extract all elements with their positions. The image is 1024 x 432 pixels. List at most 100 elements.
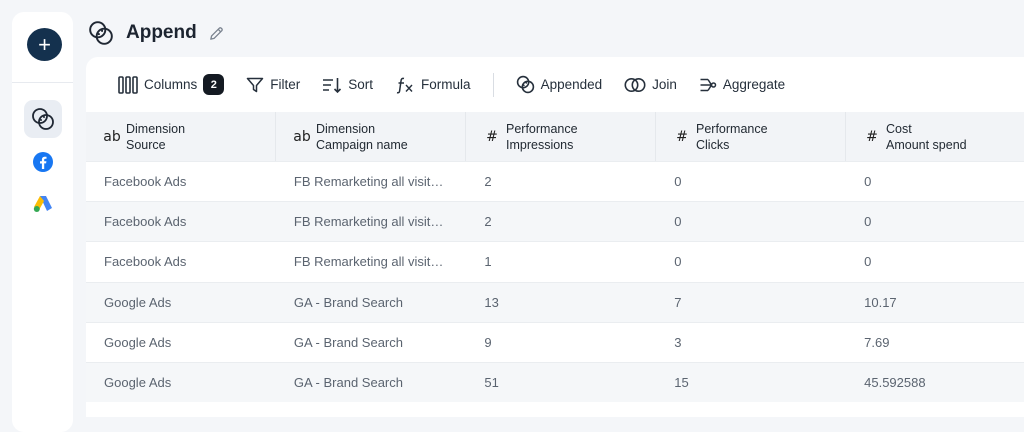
number-type-icon: #	[486, 128, 498, 145]
rail-divider	[12, 82, 73, 83]
join-label: Join	[652, 77, 677, 92]
number-type-icon: #	[866, 128, 878, 145]
text-type-icon: ab	[293, 128, 311, 145]
appended-label: Appended	[540, 77, 603, 92]
cell-clicks: 7	[674, 294, 682, 310]
formula-icon	[395, 76, 415, 94]
sort-button[interactable]: Sort	[322, 76, 373, 94]
column-group: Performance	[696, 121, 768, 136]
cell-source: Google Ads	[104, 294, 172, 310]
sidebar-item-facebook[interactable]	[24, 143, 62, 181]
sort-icon	[322, 76, 342, 94]
column-name: Clicks	[696, 137, 730, 152]
pencil-icon[interactable]	[208, 25, 225, 42]
cell-clicks: 3	[674, 334, 682, 350]
aggregate-icon	[699, 76, 717, 94]
table-row[interactable]: Facebook Ads FB Remarketing all visitors…	[86, 241, 1024, 282]
column-header-impressions[interactable]: # Performance Impressions	[466, 112, 656, 161]
filter-label: Filter	[270, 77, 301, 92]
add-button[interactable]: +	[27, 28, 62, 61]
table-row[interactable]: Google Ads GA - Brand Search 13 7 10.17	[86, 281, 1024, 322]
cell-campaign-name: FB Remarketing all visitors	[276, 162, 467, 201]
cell-text: FB Remarketing all visitors	[293, 214, 449, 230]
table-row[interactable]: Facebook Ads FB Remarketing all visitors…	[86, 201, 1024, 242]
append-chain-icon	[516, 75, 535, 94]
join-icon	[624, 77, 646, 93]
join-button[interactable]: Join	[624, 77, 677, 93]
cell-impressions: 1	[484, 254, 492, 270]
sidebar-item-google-ads[interactable]	[24, 185, 62, 223]
cell-impressions: 2	[484, 214, 492, 230]
column-group: Dimension	[126, 121, 186, 136]
google-ads-icon	[33, 196, 52, 212]
left-rail: +	[12, 12, 73, 432]
append-chain-icon	[89, 21, 113, 45]
cell-source: Google Ads	[104, 334, 172, 350]
cell-amount-spend: 7.69	[864, 334, 890, 350]
cell-source: Facebook Ads	[104, 254, 187, 270]
cell-campaign-name: GA - Brand Search	[276, 323, 467, 362]
aggregate-button[interactable]: Aggregate	[699, 76, 785, 94]
columns-count-badge: 2	[203, 74, 225, 95]
cell-source: Google Ads	[104, 375, 172, 391]
sort-label: Sort	[348, 77, 374, 92]
text-type-icon: ab	[103, 128, 121, 145]
column-name: Campaign name	[316, 137, 408, 152]
data-table: ab Dimension Source ab Dimension Campaign …	[86, 112, 1024, 403]
aggregate-label: Aggregate	[722, 77, 786, 92]
cell-source: Facebook Ads	[104, 214, 187, 230]
cell-clicks: 15	[674, 375, 689, 391]
cell-clicks: 0	[674, 254, 682, 270]
cell-text: GA - Brand Search	[293, 334, 403, 350]
page-header: Append	[88, 18, 225, 48]
page-title: Append	[126, 22, 197, 43]
column-header-amount-spend[interactable]: # Cost Amount spend	[846, 112, 1024, 161]
cell-amount-spend: 0	[864, 214, 872, 230]
cell-text: GA - Brand Search	[293, 294, 403, 310]
table-header: ab Dimension Source ab Dimension Campaign …	[86, 112, 1024, 161]
cell-campaign-name: FB Remarketing all visitors	[276, 202, 467, 241]
column-header-campaign-name[interactable]: ab Dimension Campaign name	[276, 112, 466, 161]
cell-source: Facebook Ads	[104, 174, 187, 190]
column-group: Cost	[886, 121, 912, 136]
cell-campaign-name: GA - Brand Search	[276, 283, 467, 322]
cell-text: GA - Brand Search	[293, 375, 403, 391]
appended-button[interactable]: Appended	[516, 75, 603, 94]
toolbar-divider	[492, 72, 494, 97]
append-chain-icon	[32, 108, 54, 130]
number-type-icon: #	[676, 128, 688, 145]
facebook-icon	[33, 152, 53, 172]
cell-campaign-name: FB Remarketing all visitors	[276, 242, 467, 281]
cell-amount-spend: 0	[864, 254, 872, 270]
cell-amount-spend: 10.17	[864, 294, 897, 310]
cell-impressions: 51	[484, 375, 499, 391]
column-name: Impressions	[506, 137, 574, 152]
cell-impressions: 2	[484, 174, 492, 190]
column-group: Dimension	[316, 121, 376, 136]
columns-label: Columns	[144, 77, 198, 92]
columns-button[interactable]: Columns 2	[118, 74, 225, 95]
cell-text: FB Remarketing all visitors	[293, 254, 449, 270]
toolbar: Columns 2 Filter Sort Formula Appended J…	[86, 57, 1024, 112]
filter-button[interactable]: Filter	[246, 76, 300, 94]
cell-amount-spend: 45.592588	[864, 375, 926, 391]
table-row[interactable]: Google Ads GA - Brand Search 51 15 45.59…	[86, 361, 1024, 403]
filter-icon	[246, 76, 264, 94]
column-name: Amount spend	[886, 137, 967, 152]
formula-label: Formula	[421, 77, 471, 92]
cell-clicks: 0	[674, 174, 682, 190]
table-row[interactable]: Facebook Ads FB Remarketing all visitors…	[86, 161, 1024, 202]
cell-campaign-name: GA - Brand Search	[276, 363, 467, 402]
formula-button[interactable]: Formula	[395, 76, 471, 94]
table-row[interactable]: Google Ads GA - Brand Search 9 3 7.69	[86, 321, 1024, 362]
column-header-source[interactable]: ab Dimension Source	[86, 112, 276, 161]
cell-impressions: 13	[484, 294, 499, 310]
column-group: Performance	[506, 121, 578, 136]
columns-icon	[118, 75, 138, 94]
data-panel: Columns 2 Filter Sort Formula Appended J…	[86, 57, 1024, 417]
cell-amount-spend: 0	[864, 174, 872, 190]
cell-impressions: 9	[484, 334, 492, 350]
sidebar-item-append[interactable]	[24, 100, 62, 138]
cell-clicks: 0	[674, 214, 682, 230]
column-header-clicks[interactable]: # Performance Clicks	[656, 112, 846, 161]
